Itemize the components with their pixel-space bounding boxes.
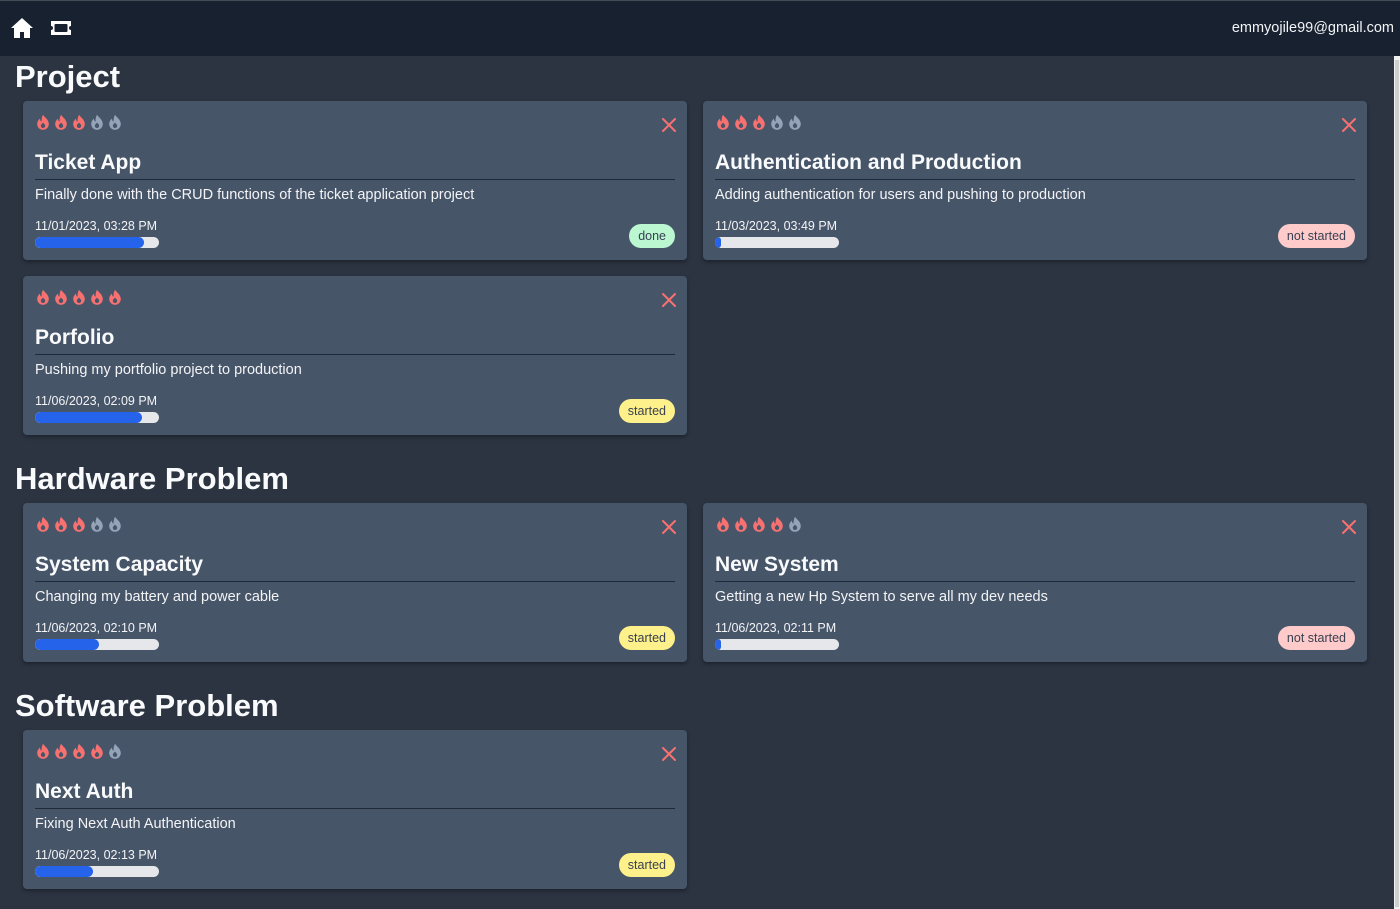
flame-icon — [71, 289, 87, 305]
flame-icon — [107, 289, 123, 305]
delete-x-icon[interactable] — [661, 292, 677, 308]
ticket-date: 11/06/2023, 02:10 PM — [35, 621, 158, 635]
ticket-card[interactable]: System Capacity Changing my battery and p… — [23, 503, 687, 662]
ticket-date: 11/06/2023, 02:13 PM — [35, 848, 158, 862]
priority-flames — [715, 114, 803, 130]
progress-bar — [35, 639, 159, 650]
priority-flames — [35, 289, 123, 305]
flame-icon — [107, 743, 123, 759]
ticket-title: Authentication and Production — [715, 149, 1355, 180]
priority-flames — [35, 743, 123, 759]
delete-x-icon[interactable] — [661, 117, 677, 133]
flame-icon — [769, 516, 785, 532]
ticket-card[interactable]: Next Auth Fixing Next Auth Authentication… — [23, 730, 687, 889]
flame-icon — [89, 743, 105, 759]
flame-icon — [107, 114, 123, 130]
flame-icon — [71, 743, 87, 759]
flame-icon — [89, 289, 105, 305]
progress-bar — [715, 639, 839, 650]
ticket-card[interactable]: Porfolio Pushing my portfolio project to … — [23, 276, 687, 435]
home-icon[interactable] — [10, 17, 34, 44]
priority-flames — [35, 516, 123, 532]
flame-icon — [715, 516, 731, 532]
flame-icon — [787, 114, 803, 130]
progress-fill — [35, 237, 145, 248]
status-badge: done — [629, 224, 675, 248]
flame-icon — [53, 516, 69, 532]
ticket-description: Pushing my portfolio project to producti… — [35, 362, 302, 378]
status-badge: started — [618, 399, 675, 423]
delete-x-icon[interactable] — [661, 519, 677, 535]
ticket-title: System Capacity — [35, 551, 675, 582]
status-badge: started — [618, 853, 675, 877]
category-title: Software Problem — [15, 688, 279, 723]
ticket-description: Adding authentication for users and push… — [715, 187, 1086, 203]
progress-fill — [715, 237, 722, 248]
ticket-card[interactable]: Ticket App Finally done with the CRUD fun… — [23, 101, 687, 260]
ticket-date: 11/06/2023, 02:09 PM — [35, 394, 158, 408]
flame-icon — [71, 114, 87, 130]
delete-x-icon[interactable] — [1341, 117, 1357, 133]
flame-icon — [35, 114, 51, 130]
ticket-date: 11/01/2023, 03:28 PM — [35, 219, 158, 233]
delete-x-icon[interactable] — [1341, 519, 1357, 535]
ticket-title: New System — [715, 551, 1355, 582]
status-badge: started — [618, 626, 675, 650]
flame-icon — [71, 516, 87, 532]
ticket-title: Porfolio — [35, 324, 675, 355]
flame-icon — [53, 289, 69, 305]
flame-icon — [715, 114, 731, 130]
ticket-description: Fixing Next Auth Authentication — [35, 816, 236, 832]
flame-icon — [35, 289, 51, 305]
flame-icon — [733, 516, 749, 532]
flame-icon — [89, 516, 105, 532]
flame-icon — [35, 743, 51, 759]
scrollbar[interactable] — [1394, 56, 1400, 909]
progress-bar — [35, 412, 159, 423]
ticket-title: Next Auth — [35, 778, 675, 809]
ticket-card[interactable]: New System Getting a new Hp System to ser… — [703, 503, 1367, 662]
progress-fill — [35, 639, 100, 650]
status-badge: not started — [1277, 626, 1355, 650]
flame-icon — [53, 743, 69, 759]
progress-fill — [35, 866, 94, 877]
ticket-icon[interactable] — [49, 18, 73, 43]
ticket-card[interactable]: Authentication and Production Adding auth… — [703, 101, 1367, 260]
ticket-description: Changing my battery and power cable — [35, 589, 280, 605]
progress-fill — [35, 412, 142, 423]
ticket-date: 11/06/2023, 02:11 PM — [715, 621, 837, 635]
flame-icon — [107, 516, 123, 532]
flame-icon — [787, 516, 803, 532]
progress-bar — [715, 237, 839, 248]
delete-x-icon[interactable] — [661, 746, 677, 762]
top-nav-bar: emmyojile99@gmail.com — [0, 0, 1400, 56]
flame-icon — [89, 114, 105, 130]
progress-bar — [35, 237, 159, 248]
flame-icon — [53, 114, 69, 130]
ticket-title: Ticket App — [35, 149, 675, 180]
ticket-date: 11/03/2023, 03:49 PM — [715, 219, 838, 233]
status-badge: not started — [1277, 224, 1355, 248]
progress-bar — [35, 866, 159, 877]
category-title: Hardware Problem — [15, 461, 289, 496]
ticket-description: Getting a new Hp System to serve all my … — [715, 589, 1048, 605]
priority-flames — [715, 516, 803, 532]
progress-fill — [715, 639, 722, 650]
flame-icon — [733, 114, 749, 130]
flame-icon — [769, 114, 785, 130]
priority-flames — [35, 114, 123, 130]
ticket-description: Finally done with the CRUD functions of … — [35, 187, 475, 203]
category-title: Project — [15, 59, 121, 94]
user-email: emmyojile99@gmail.com — [1231, 20, 1394, 36]
flame-icon — [751, 114, 767, 130]
flame-icon — [35, 516, 51, 532]
flame-icon — [751, 516, 767, 532]
